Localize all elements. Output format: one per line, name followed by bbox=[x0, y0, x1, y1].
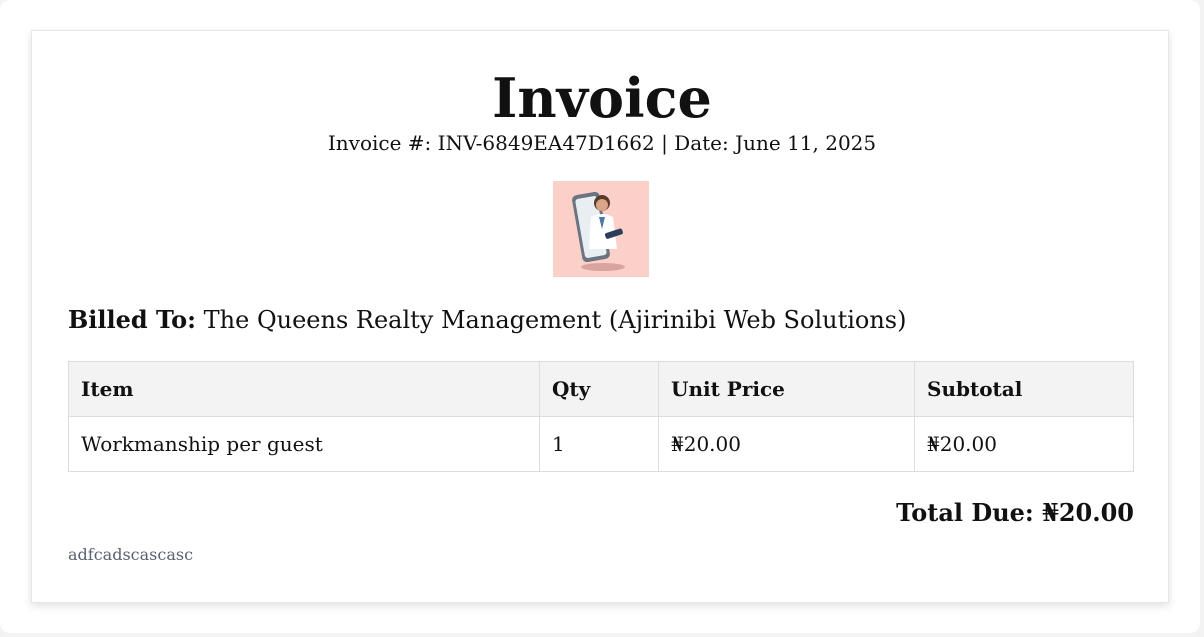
header-unit-price: Unit Price bbox=[658, 361, 915, 417]
billed-to-name: The Queens Realty Management (Ajirinibi … bbox=[203, 306, 907, 334]
invoice-note: adfcadscascasc bbox=[68, 545, 194, 564]
cell-qty: 1 bbox=[539, 416, 659, 472]
header-subtotal: Subtotal bbox=[914, 361, 1134, 417]
cell-subtotal: ₦20.00 bbox=[914, 416, 1134, 472]
billed-to-label: Billed To: bbox=[68, 305, 197, 334]
total-due: Total Due: ₦20.00 bbox=[896, 498, 1134, 527]
invoice-meta: Invoice #: INV-6849EA47D1662 | Date: Jun… bbox=[327, 131, 877, 155]
invoice-title: Invoice bbox=[492, 66, 712, 130]
cell-item: Workmanship per guest bbox=[68, 416, 540, 472]
company-logo bbox=[553, 181, 649, 277]
header-qty: Qty bbox=[539, 361, 659, 417]
doctor-in-phone-image bbox=[553, 181, 649, 277]
table-header-row: Item Qty Unit Price Subtotal bbox=[68, 361, 1134, 417]
cell-unit-price: ₦20.00 bbox=[658, 416, 915, 472]
table-row: Workmanship per guest 1 ₦20.00 ₦20.00 bbox=[68, 416, 1134, 472]
billed-to: Billed To: The Queens Realty Management … bbox=[68, 305, 907, 335]
header-item: Item bbox=[68, 361, 540, 417]
invoice-table: Item Qty Unit Price Subtotal Workmanship… bbox=[68, 361, 1134, 472]
